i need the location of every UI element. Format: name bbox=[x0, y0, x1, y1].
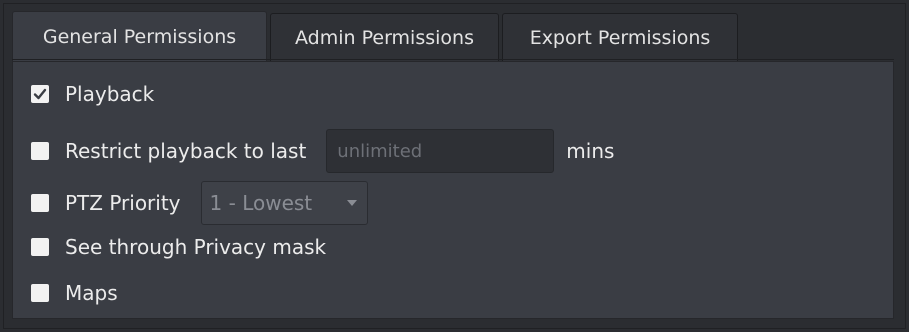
restrict-playback-checkbox[interactable] bbox=[31, 142, 49, 160]
restrict-playback-minutes-input[interactable]: unlimited bbox=[326, 129, 555, 173]
tab-export-label: Export Permissions bbox=[529, 26, 711, 49]
maps-checkbox[interactable] bbox=[31, 284, 49, 302]
minutes-unit-label: mins bbox=[566, 139, 615, 163]
minutes-input-placeholder: unlimited bbox=[337, 140, 423, 162]
restrict-playback-label: Restrict playback to last bbox=[65, 139, 307, 163]
restrict-playback-row: Restrict playback to last unlimited mins bbox=[31, 129, 614, 173]
chevron-down-icon bbox=[346, 200, 357, 206]
tabbar-divider bbox=[12, 59, 894, 60]
tab-general-permissions[interactable]: General Permissions bbox=[12, 11, 267, 61]
playback-checkbox[interactable] bbox=[31, 85, 49, 103]
tab-admin-label: Admin Permissions bbox=[295, 26, 474, 49]
tab-export-permissions[interactable]: Export Permissions bbox=[502, 13, 738, 61]
ptz-priority-dropdown[interactable]: 1 - Lowest bbox=[200, 181, 368, 225]
maps-label: Maps bbox=[65, 281, 118, 305]
playback-row: Playback bbox=[31, 82, 154, 106]
privacy-mask-label: See through Privacy mask bbox=[65, 235, 327, 259]
permissions-tabbar: General Permissions Admin Permissions Ex… bbox=[12, 11, 741, 61]
permissions-window: General Permissions Admin Permissions Ex… bbox=[0, 0, 909, 332]
ptz-priority-row: PTZ Priority 1 - Lowest bbox=[31, 181, 368, 225]
maps-row: Maps bbox=[31, 281, 118, 305]
ptz-priority-checkbox[interactable] bbox=[31, 194, 49, 212]
checkmark-icon bbox=[33, 88, 47, 100]
tab-general-label: General Permissions bbox=[42, 25, 237, 48]
privacy-mask-checkbox[interactable] bbox=[31, 238, 49, 256]
playback-label: Playback bbox=[65, 82, 155, 106]
privacy-mask-row: See through Privacy mask bbox=[31, 235, 326, 259]
tab-admin-permissions[interactable]: Admin Permissions bbox=[270, 13, 499, 61]
general-permissions-panel: Playback Restrict playback to last unlim… bbox=[12, 61, 894, 319]
ptz-priority-label: PTZ Priority bbox=[65, 191, 181, 215]
ptz-priority-selected-value: 1 - Lowest bbox=[209, 191, 313, 215]
